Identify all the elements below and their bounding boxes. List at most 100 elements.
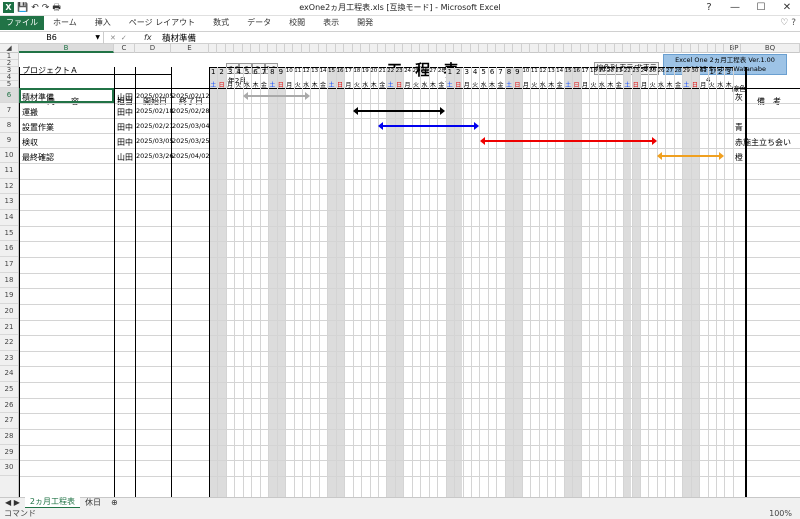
row-header-11[interactable]: 11 [0,163,18,179]
task-owner[interactable]: 田中 [117,122,133,133]
task-end-date[interactable]: 2025/02/28 [172,107,209,115]
tab-review[interactable]: 校閲 [280,16,314,30]
column-header-day[interactable] [209,44,218,53]
tab-data[interactable]: データ [238,16,280,30]
redo-icon[interactable]: ↷ [42,3,50,13]
column-header-day[interactable] [615,44,624,53]
task-owner[interactable]: 山田 [117,152,133,163]
column-header-day[interactable] [572,44,581,53]
column-header-day[interactable] [302,44,311,53]
tab-insert[interactable]: 挿入 [86,16,120,30]
column-header-day[interactable] [724,44,733,53]
column-header-day[interactable] [361,44,370,53]
tab-page-layout[interactable]: ページ レイアウト [120,16,204,30]
column-header-day[interactable] [522,44,531,53]
column-header-day[interactable] [640,44,649,53]
column-header-day[interactable] [589,44,598,53]
row-header-5[interactable]: 5 [0,81,18,88]
column-header-day[interactable] [547,44,556,53]
tab-view[interactable]: 表示 [314,16,348,30]
task-name[interactable]: 検収 [22,137,38,148]
new-sheet-icon[interactable]: ⊕ [106,498,123,508]
worksheet-grid[interactable]: プロジェクトＡ 工 程 表 << < > >> 線色列 表示/非表示 Excel… [19,53,800,497]
column-header-b[interactable]: B [19,44,114,53]
selected-cell[interactable] [19,88,114,103]
column-header-day[interactable] [386,44,395,53]
column-header-day[interactable] [581,44,590,53]
task-start-date[interactable]: 2025/02/18 [136,107,173,115]
formula-input[interactable]: 積材準備 [158,32,196,44]
column-header-day[interactable] [344,44,353,53]
undo-icon[interactable]: ↶ [31,3,39,13]
column-header-day[interactable] [657,44,666,53]
insert-function-button[interactable]: fx [144,33,158,42]
column-header-day[interactable] [505,44,514,53]
task-end-date[interactable]: 2025/03/25 [172,137,209,145]
column-header-day[interactable] [378,44,387,53]
task-owner[interactable]: 山田 [117,92,133,103]
column-header-day[interactable] [555,44,564,53]
task-name[interactable]: 運搬 [22,107,38,118]
task-end-date[interactable]: 2025/03/04 [172,122,209,130]
column-header-day[interactable] [496,44,505,53]
column-header-day[interactable] [564,44,573,53]
column-header-day[interactable] [606,44,615,53]
column-header-day[interactable] [429,44,438,53]
task-owner[interactable]: 田中 [117,137,133,148]
chevron-down-icon[interactable]: ▼ [95,32,100,44]
column-header-day[interactable] [217,44,226,53]
task-color-label[interactable]: 灰 [735,92,743,103]
column-header-day[interactable] [598,44,607,53]
column-header-day[interactable] [420,44,429,53]
name-box[interactable]: B6 ▼ [0,31,104,44]
sheet-tab-holidays[interactable]: 休日 [80,498,106,508]
row-header-7[interactable]: 7 [0,103,18,118]
help-button[interactable]: ? [696,0,722,16]
column-header-day[interactable] [268,44,277,53]
row-header-21[interactable]: 21 [0,320,18,336]
row-header-17[interactable]: 17 [0,257,18,273]
column-header-day[interactable] [310,44,319,53]
row-header-16[interactable]: 16 [0,241,18,257]
row-header-15[interactable]: 15 [0,226,18,242]
row-header-22[interactable]: 22 [0,335,18,351]
column-header-day[interactable] [370,44,378,53]
cancel-icon[interactable]: ✕ [110,34,116,42]
column-header-bq[interactable]: BQ [741,44,800,53]
column-header-day[interactable] [623,44,632,53]
column-header-day[interactable] [412,44,421,53]
task-end-date[interactable]: 2025/02/12 [172,92,209,100]
row-header-27[interactable]: 27 [0,413,18,430]
column-header-day[interactable] [446,44,455,53]
column-header-c[interactable]: C [114,44,135,53]
row-header-10[interactable]: 10 [0,148,18,163]
task-name[interactable]: 設置作業 [22,122,54,133]
task-name[interactable]: 最終確認 [22,152,54,163]
row-header-24[interactable]: 24 [0,366,18,383]
task-end-date[interactable]: 2025/04/02 [172,152,209,160]
column-header-day[interactable] [488,44,497,53]
row-header-18[interactable]: 18 [0,273,18,289]
row-header-14[interactable]: 14 [0,210,18,226]
task-note[interactable]: 施主立ち会い [743,137,791,148]
row-header-30[interactable]: 30 [0,460,18,476]
column-header-day[interactable] [336,44,345,53]
task-start-date[interactable]: 2025/02/05 [136,92,173,100]
column-header-day[interactable] [353,44,362,53]
column-header-e[interactable]: E [171,44,209,53]
column-header-day[interactable] [708,44,716,53]
tab-file[interactable]: ファイル [0,16,44,30]
column-header-day[interactable] [403,44,412,53]
row-header-28[interactable]: 28 [0,429,18,445]
column-header-day[interactable] [319,44,328,53]
minimize-button[interactable]: — [722,0,748,16]
column-header-day[interactable] [471,44,480,53]
row-header-26[interactable]: 26 [0,398,18,414]
column-header-day[interactable] [454,44,463,53]
task-color-label[interactable]: 青 [735,122,743,133]
column-header-d[interactable]: D [135,44,171,53]
maximize-button[interactable]: ☐ [748,0,774,16]
column-header-day[interactable] [691,44,700,53]
row-header-6[interactable]: 6 [0,88,18,103]
column-header-day[interactable] [716,44,725,53]
